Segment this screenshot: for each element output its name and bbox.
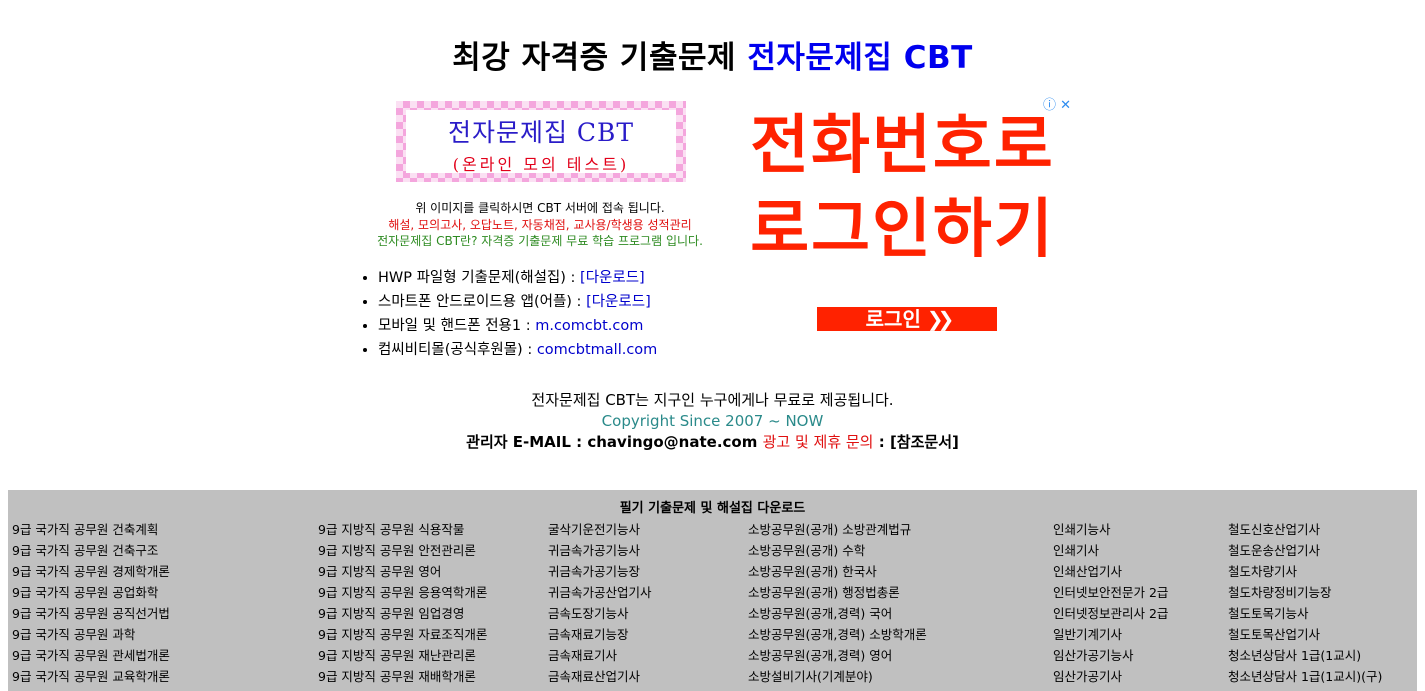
exam-link[interactable]: 임산가공기사 [1053,666,1168,687]
ad-login-label: 로그인 [865,307,921,331]
page-title: 최강 자격증 기출문제 전자문제집 CBT [0,32,1425,77]
mobile-site-link[interactable]: m.comcbt.com [535,318,643,334]
exam-link[interactable]: 철도차량기사 [1228,561,1382,582]
title-main: 최강 자격증 기출문제 [452,40,748,76]
info-line-click: 위 이미지를 클릭하시면 CBT 서버에 접속 됩니다. [415,201,665,215]
link-label: 컴씨비티몰(공식후원몰) : [378,342,537,358]
exam-column: 9급 지방직 공무원 식용작물 9급 지방직 공무원 안전관리론 9급 지방직 공무… [318,519,487,687]
exam-link[interactable]: 9급 지방직 공무원 안전관리론 [318,540,487,561]
hwp-download-link[interactable]: [다운로드] [580,270,645,286]
cbt-logo-title: 전자문제집 CBT [447,118,635,147]
admin-email: 관리자 E-MAIL : chavingo@nate.com [466,433,763,451]
footer-admin: 관리자 E-MAIL : chavingo@nate.com 광고 및 제휴 문… [0,432,1425,453]
exam-column: 인쇄기능사 인쇄기사 인쇄산업기사 인터넷보안전문가 2급 인터넷정보관리사 2급 일반기… [1053,519,1168,687]
footer-copyright: Copyright Since 2007 ~ NOW [601,412,824,430]
exam-link[interactable]: 9급 지방직 공무원 응용역학개론 [318,582,487,603]
exam-link[interactable]: 9급 국가직 공무원 과학 [12,624,170,645]
exam-link[interactable]: 소방공무원(공개,경력) 국어 [748,603,927,624]
link-item-hwp: HWP 파일형 기출문제(해설집) : [다운로드] [378,266,657,290]
exam-link[interactable]: 9급 지방직 공무원 식용작물 [318,519,487,540]
exam-column: 9급 국가직 공무원 건축계획 9급 국가직 공무원 건축구조 9급 국가직 공무원… [12,519,170,687]
exam-link[interactable]: 소방공무원(공개,경력) 소방학개론 [748,624,927,645]
link-item-mobile: 모바일 및 핸드폰 전용1 : m.comcbt.com [378,314,657,338]
exam-link[interactable]: 소방공무원(공개) 행정법총론 [748,582,927,603]
ad-headline-2: 로그인하기 [750,193,1055,267]
exam-link[interactable]: 철도토목기능사 [1228,603,1382,624]
footer: 전자문제집 CBT는 지구인 누구에게나 무료로 제공됩니다. Copyrigh… [0,390,1425,453]
panel-title: 필기 기출문제 및 해설집 다운로드 [619,501,806,516]
exam-link[interactable]: 인터넷정보관리사 2급 [1053,603,1168,624]
exam-link[interactable]: 인쇄산업기사 [1053,561,1168,582]
exam-link[interactable]: 철도신호산업기사 [1228,519,1382,540]
ad-headline-1: 전화번호로 [750,109,1055,183]
link-label: 모바일 및 핸드폰 전용1 : [378,318,536,334]
cbt-logo-banner[interactable]: 전자문제집 CBT (온라인 모의 테스트) [396,101,686,182]
ad-inquiry-link[interactable]: 광고 및 제휴 문의 [763,433,874,451]
link-label: 스마트폰 안드로이드용 앱(어플) : [378,294,587,310]
exam-link[interactable]: 9급 국가직 공무원 건축구조 [12,540,170,561]
exam-link[interactable]: 인쇄기능사 [1053,519,1168,540]
exam-link[interactable]: 금속재료산업기사 [548,666,652,687]
cbt-logo-subtitle: (온라인 모의 테스트) [452,155,630,174]
exam-column: 굴삭기운전기능사 귀금속가공기능사 귀금속가공기능장 귀금속가공산업기사 금속도장기능사… [548,519,652,687]
exam-link[interactable]: 귀금속가공산업기사 [548,582,652,603]
exam-link[interactable]: 인쇄기사 [1053,540,1168,561]
exam-link[interactable]: 귀금속가공기능장 [548,561,652,582]
tiny-ad-text [740,362,790,365]
exam-link[interactable]: 소방공무원(공개,경력) 영어 [748,645,927,666]
exam-link[interactable]: 굴삭기운전기능사 [548,519,652,540]
exam-link[interactable]: 9급 지방직 공무원 자료조직개론 [318,624,487,645]
exam-link[interactable]: 귀금속가공기능사 [548,540,652,561]
exam-link[interactable]: 소방공무원(공개) 수학 [748,540,927,561]
exam-link[interactable]: 소방설비기사(기계분야) [748,666,927,687]
exam-link[interactable]: 임산가공기능사 [1053,645,1168,666]
exam-link[interactable]: 청소년상담사 1급(1교시)(구) [1228,666,1382,687]
footer-free-notice: 전자문제집 CBT는 지구인 누구에게나 무료로 제공됩니다. [531,391,894,409]
info-line-features: 해설, 모의고사, 오답노트, 자동채점, 교사용/학생용 성적관리 [388,217,692,232]
exam-link[interactable]: 9급 국가직 공무원 교육학개론 [12,666,170,687]
exam-link[interactable]: 청소년상담사 1급(1교시) [1228,645,1382,666]
exam-link[interactable]: 9급 국가직 공무원 공업화학 [12,582,170,603]
ad-login-button[interactable]: 로그인 ❯❯ [817,307,997,331]
exam-column: 철도신호산업기사 철도운송산업기사 철도차량기사 철도차량정비기능장 철도토목기능사 철도… [1228,519,1382,687]
exam-link[interactable]: 인터넷보안전문가 2급 [1053,582,1168,603]
exam-link[interactable]: 9급 국가직 공무원 건축계획 [12,519,170,540]
info-line-about: 전자문제집 CBT란? 자격증 기출문제 무료 학습 프로그램 입니다. [377,234,703,248]
exam-link[interactable]: 일반기계기사 [1053,624,1168,645]
exam-link[interactable]: 소방공무원(공개) 한국사 [748,561,927,582]
exam-link[interactable]: 9급 지방직 공무원 임업경영 [318,603,487,624]
download-panel: 필기 기출문제 및 해설집 다운로드 9급 국가직 공무원 건축계획 9급 국가직… [8,490,1417,691]
exam-link[interactable]: 금속재료기사 [548,645,652,666]
footer-sep: : [873,433,890,451]
exam-link[interactable]: 9급 국가직 공무원 경제학개론 [12,561,170,582]
double-chevron-right-icon: ❯❯ [926,307,954,331]
exam-link[interactable]: 금속도장기능사 [548,603,652,624]
reference-doc-link[interactable]: [참조문서] [890,433,959,451]
link-item-mall: 컴씨비티몰(공식후원몰) : comcbtmall.com [378,338,657,362]
link-label: HWP 파일형 기출문제(해설집) : [378,270,581,286]
app-download-link[interactable]: [다운로드] [586,294,651,310]
ad-banner[interactable]: ⓘ ✕ 전화번호로 로그인하기 로그인 ❯❯ [730,92,1075,342]
title-accent: 전자문제집 CBT [747,40,973,76]
exam-link[interactable]: 철도차량정비기능장 [1228,582,1382,603]
exam-link[interactable]: 소방공무원(공개) 소방관계법규 [748,519,927,540]
cbt-logo-inner: 전자문제집 CBT (온라인 모의 테스트) [406,110,676,174]
resource-links: HWP 파일형 기출문제(해설집) : [다운로드] 스마트폰 안드로이드용 앱… [356,266,657,362]
exam-link[interactable]: 9급 지방직 공무원 재배학개론 [318,666,487,687]
exam-link[interactable]: 9급 국가직 공무원 공직선거법 [12,603,170,624]
exam-link[interactable]: 철도토목산업기사 [1228,624,1382,645]
info-text: 위 이미지를 클릭하시면 CBT 서버에 접속 됩니다. 해설, 모의고사, 오… [340,200,740,250]
exam-link[interactable]: 철도운송산업기사 [1228,540,1382,561]
exam-link[interactable]: 9급 지방직 공무원 재난관리론 [318,645,487,666]
exam-link[interactable]: 9급 지방직 공무원 영어 [318,561,487,582]
mall-site-link[interactable]: comcbtmall.com [537,342,657,358]
exam-column: 소방공무원(공개) 소방관계법규 소방공무원(공개) 수학 소방공무원(공개) 한국… [748,519,927,687]
exam-link[interactable]: 9급 국가직 공무원 관세법개론 [12,645,170,666]
exam-link[interactable]: 금속재료기능장 [548,624,652,645]
link-item-app: 스마트폰 안드로이드용 앱(어플) : [다운로드] [378,290,657,314]
